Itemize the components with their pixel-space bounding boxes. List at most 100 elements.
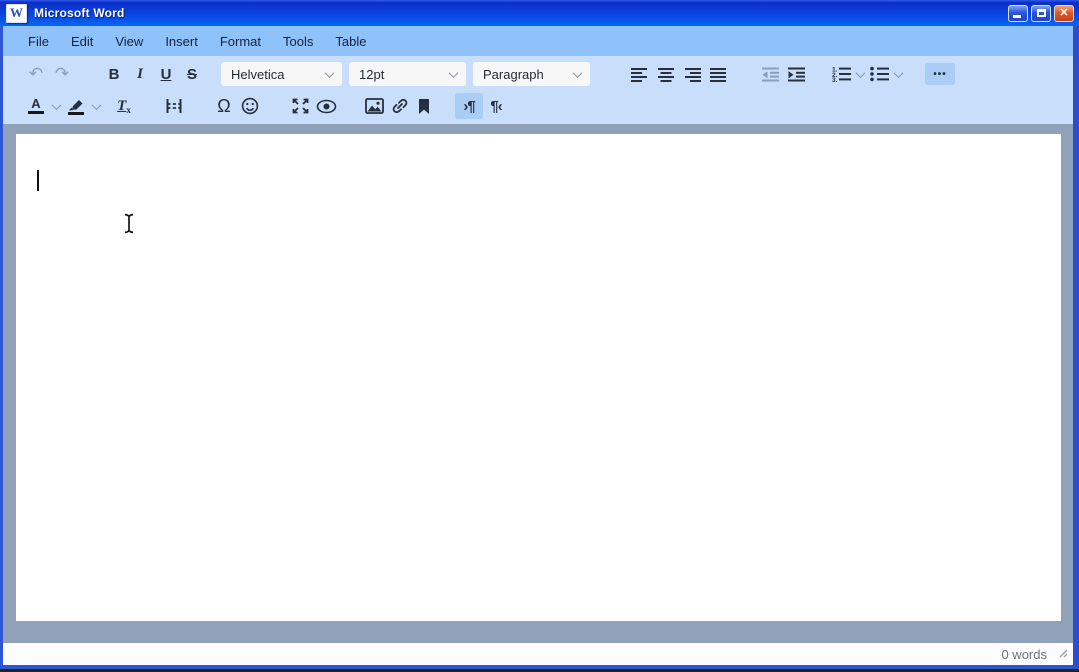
ltr-direction-button[interactable]: ›¶ [455, 93, 483, 119]
justify-icon [709, 67, 727, 82]
text-color-swatch [28, 111, 44, 114]
bullet-list-menu-button[interactable] [891, 61, 905, 87]
word-count: 0 words [1001, 647, 1047, 662]
underline-button[interactable]: U [153, 61, 179, 87]
insert-image-button[interactable] [361, 93, 387, 119]
numbered-list-button[interactable]: 1. 2. 3. [829, 61, 853, 87]
omega-icon: Ω [217, 96, 230, 117]
menu-file[interactable]: File [17, 30, 60, 53]
close-icon: ✕ [1059, 8, 1068, 19]
clear-formatting-icon: Tx [117, 98, 131, 115]
menu-tools[interactable]: Tools [272, 30, 324, 53]
menu-insert[interactable]: Insert [154, 30, 209, 53]
minimize-button[interactable] [1008, 5, 1028, 22]
document-margin-area [3, 124, 1073, 643]
bold-button[interactable]: B [101, 61, 127, 87]
indent-icon [787, 67, 806, 82]
chevron-down-icon [325, 68, 335, 78]
resize-handle-icon[interactable] [1057, 646, 1068, 661]
close-button[interactable]: ✕ [1054, 5, 1074, 22]
bullet-list-icon [869, 66, 889, 82]
ibeam-cursor [122, 213, 136, 239]
toolbar: ↶ ↷ B I U S Helvetica [3, 56, 1073, 124]
numbered-list-menu-button[interactable] [853, 61, 867, 87]
chevron-down-icon [573, 68, 583, 78]
menu-bar: File Edit View Insert Format Tools Table [3, 26, 1073, 56]
highlighter-icon [68, 98, 84, 111]
page-break-button[interactable] [161, 93, 187, 119]
word-window: W Microsoft Word ✕ File Edit View Insert… [0, 0, 1079, 669]
link-icon [391, 97, 409, 115]
text-color-button[interactable]: A [23, 93, 49, 119]
text-color-icon: A [31, 98, 40, 110]
menu-view[interactable]: View [104, 30, 154, 53]
align-center-button[interactable] [653, 61, 679, 87]
ltr-icon: ›¶ [463, 98, 474, 115]
font-family-select[interactable]: Helvetica [221, 62, 342, 86]
align-left-icon [631, 67, 649, 82]
maximize-icon [1037, 9, 1046, 17]
emoticons-button[interactable] [237, 93, 263, 119]
window-controls: ✕ [1005, 5, 1074, 22]
highlight-color-swatch [68, 112, 84, 115]
word-app-icon: W [6, 4, 27, 23]
preview-button[interactable] [313, 93, 339, 119]
svg-text:3.: 3. [832, 77, 838, 82]
font-size-select[interactable]: 12pt [349, 62, 466, 86]
strikethrough-button[interactable]: S [179, 61, 205, 87]
menu-table[interactable]: Table [324, 30, 377, 53]
fullscreen-icon [292, 98, 309, 114]
chevron-down-icon [91, 100, 101, 110]
image-icon [365, 98, 384, 114]
title-bar: W Microsoft Word ✕ [0, 0, 1079, 26]
chevron-down-icon [893, 68, 903, 78]
fullscreen-button[interactable] [287, 93, 313, 119]
font-size-value: 12pt [359, 67, 384, 82]
justify-button[interactable] [705, 61, 731, 87]
text-color-menu-button[interactable] [49, 93, 63, 119]
page-break-icon [165, 98, 183, 114]
align-right-icon [683, 67, 701, 82]
highlight-color-menu-button[interactable] [89, 93, 103, 119]
more-options-icon: ••• [933, 69, 947, 80]
font-family-value: Helvetica [231, 67, 284, 82]
bullet-list-button[interactable] [867, 61, 891, 87]
rtl-direction-button[interactable]: ¶‹ [483, 93, 509, 119]
outdent-icon [761, 67, 780, 82]
paragraph-style-select[interactable]: Paragraph [473, 62, 590, 86]
align-center-icon [657, 67, 675, 82]
undo-icon: ↶ [29, 64, 43, 84]
paragraph-style-value: Paragraph [483, 67, 544, 82]
window-title: Microsoft Word [34, 6, 125, 20]
bookmark-icon [417, 98, 431, 115]
maximize-button[interactable] [1031, 5, 1051, 22]
bold-icon: B [109, 66, 120, 83]
align-left-button[interactable] [627, 61, 653, 87]
more-options-button[interactable]: ••• [925, 63, 955, 85]
highlight-color-button[interactable] [63, 93, 89, 119]
smiley-icon [241, 97, 259, 115]
eye-icon [316, 99, 337, 114]
special-character-button[interactable]: Ω [211, 93, 237, 119]
italic-button[interactable]: I [127, 61, 153, 87]
menu-edit[interactable]: Edit [60, 30, 104, 53]
align-right-button[interactable] [679, 61, 705, 87]
underline-icon: U [161, 66, 172, 83]
status-bar: 0 words [3, 643, 1073, 665]
redo-button[interactable]: ↷ [49, 61, 75, 87]
outdent-button[interactable] [757, 61, 783, 87]
menu-format[interactable]: Format [209, 30, 272, 53]
clear-formatting-button[interactable]: Tx [111, 93, 137, 119]
chevron-down-icon [855, 68, 865, 78]
numbered-list-icon: 1. 2. 3. [831, 66, 851, 82]
toolbar-row-1: ↶ ↷ B I U S Helvetica [17, 58, 1073, 90]
text-caret [37, 170, 39, 191]
rtl-icon: ¶‹ [490, 98, 501, 115]
chevron-down-icon [51, 100, 61, 110]
undo-button[interactable]: ↶ [23, 61, 49, 87]
anchor-bookmark-button[interactable] [413, 93, 435, 119]
insert-link-button[interactable] [387, 93, 413, 119]
strikethrough-icon: S [187, 66, 197, 83]
document-page[interactable] [16, 134, 1061, 621]
indent-button[interactable] [783, 61, 809, 87]
